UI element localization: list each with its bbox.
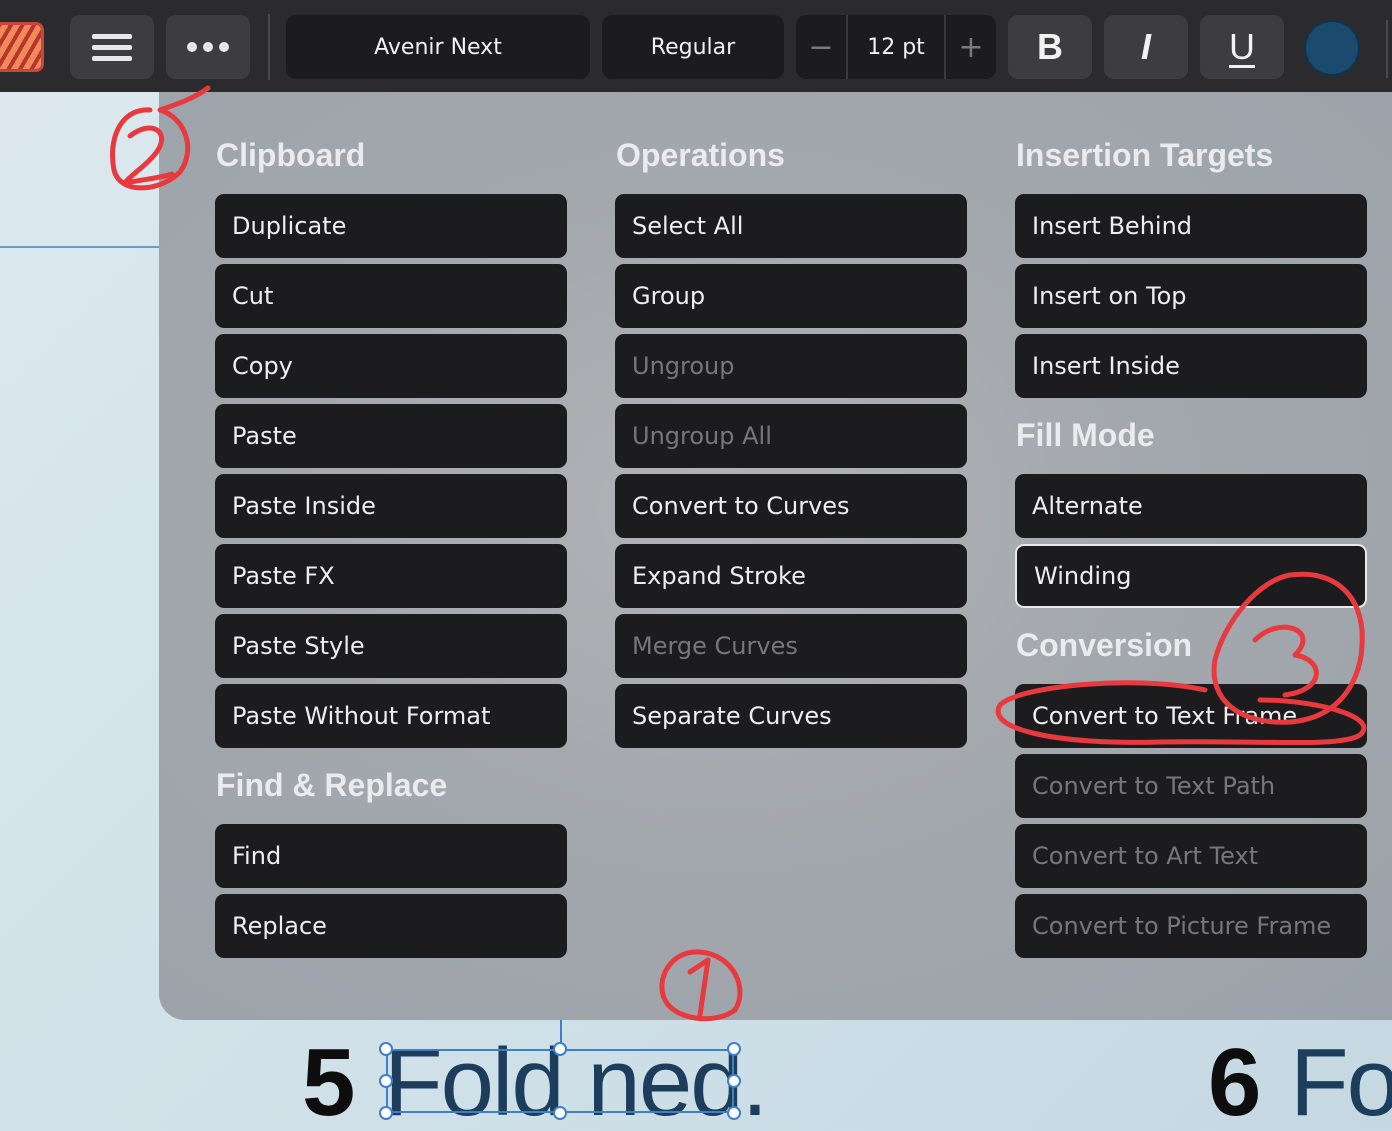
menu-copy[interactable]: Copy — [215, 334, 567, 398]
app-icon[interactable] — [0, 22, 44, 72]
menu-convert-to-text-path[interactable]: Convert to Text Path — [1015, 754, 1367, 818]
menu-expand-stroke[interactable]: Expand Stroke — [615, 544, 967, 608]
selection-handle[interactable] — [379, 1042, 393, 1056]
selection-handle[interactable] — [727, 1106, 741, 1120]
font-style-selector[interactable]: Regular — [602, 15, 784, 79]
menu-convert-to-text-frame[interactable]: Convert to Text Frame — [1015, 684, 1367, 748]
more-options-icon[interactable] — [166, 15, 250, 79]
menu-paste-without-format[interactable]: Paste Without Format — [215, 684, 567, 748]
menu-cut[interactable]: Cut — [215, 264, 567, 328]
menu-insert-inside[interactable]: Insert Inside — [1015, 334, 1367, 398]
menu-merge-curves[interactable]: Merge Curves — [615, 614, 967, 678]
section-title-clipboard: Clipboard — [216, 137, 366, 173]
decrease-size-button[interactable]: − — [796, 15, 846, 79]
toolbar-divider — [268, 14, 270, 80]
menu-duplicate[interactable]: Duplicate — [215, 194, 567, 258]
font-family-selector[interactable]: Avenir Next — [286, 15, 590, 79]
menu-ungroup[interactable]: Ungroup — [615, 334, 967, 398]
top-toolbar: Avenir Next Regular − 12 pt + B I U — [0, 0, 1392, 92]
section-title-conversion: Conversion — [1016, 627, 1193, 663]
page-number-5: 5 — [302, 1029, 355, 1131]
text-selection-box[interactable] — [386, 1049, 734, 1113]
increase-size-button[interactable]: + — [946, 15, 996, 79]
section-title-insertion-targets: Insertion Targets — [1016, 137, 1274, 173]
selection-handle[interactable] — [379, 1106, 393, 1120]
selection-handle[interactable] — [727, 1074, 741, 1088]
selection-handle[interactable] — [553, 1042, 567, 1056]
menu-paste-fx[interactable]: Paste FX — [215, 544, 567, 608]
menu-paste-style[interactable]: Paste Style — [215, 614, 567, 678]
menu-group[interactable]: Group — [615, 264, 967, 328]
menu-insert-behind[interactable]: Insert Behind — [1015, 194, 1367, 258]
section-title-operations: Operations — [616, 137, 785, 173]
italic-button[interactable]: I — [1104, 15, 1188, 79]
menu-convert-to-art-text[interactable]: Convert to Art Text — [1015, 824, 1367, 888]
menu-fill-alternate[interactable]: Alternate — [1015, 474, 1367, 538]
menu-separate-curves[interactable]: Separate Curves — [615, 684, 967, 748]
selection-handle[interactable] — [379, 1074, 393, 1088]
selection-handle[interactable] — [727, 1042, 741, 1056]
menu-paste[interactable]: Paste — [215, 404, 567, 468]
selection-handle[interactable] — [553, 1106, 567, 1120]
layout-guide-line — [0, 246, 160, 248]
text-color-swatch[interactable] — [1304, 20, 1360, 76]
bold-button[interactable]: B — [1008, 15, 1092, 79]
font-size-value[interactable]: 12 pt — [846, 15, 946, 79]
section-title-find-replace: Find & Replace — [216, 767, 448, 803]
underline-button[interactable]: U — [1200, 15, 1284, 79]
menu-paste-inside[interactable]: Paste Inside — [215, 474, 567, 538]
menu-select-all[interactable]: Select All — [615, 194, 967, 258]
menu-convert-to-curves[interactable]: Convert to Curves — [615, 474, 967, 538]
menu-fill-winding[interactable]: Winding — [1015, 544, 1367, 608]
section-title-fill-mode: Fill Mode — [1016, 417, 1155, 453]
heading-text-6[interactable]: Fol — [1290, 1028, 1392, 1131]
font-size-stepper: − 12 pt + — [796, 15, 996, 79]
page-number-6: 6 — [1208, 1029, 1261, 1131]
menu-find[interactable]: Find — [215, 824, 567, 888]
menu-replace[interactable]: Replace — [215, 894, 567, 958]
hamburger-menu-icon[interactable] — [70, 15, 154, 79]
menu-convert-to-picture-frame[interactable]: Convert to Picture Frame — [1015, 894, 1367, 958]
toolbar-divider — [1386, 20, 1388, 78]
menu-insert-on-top[interactable]: Insert on Top — [1015, 264, 1367, 328]
menu-ungroup-all[interactable]: Ungroup All — [615, 404, 967, 468]
